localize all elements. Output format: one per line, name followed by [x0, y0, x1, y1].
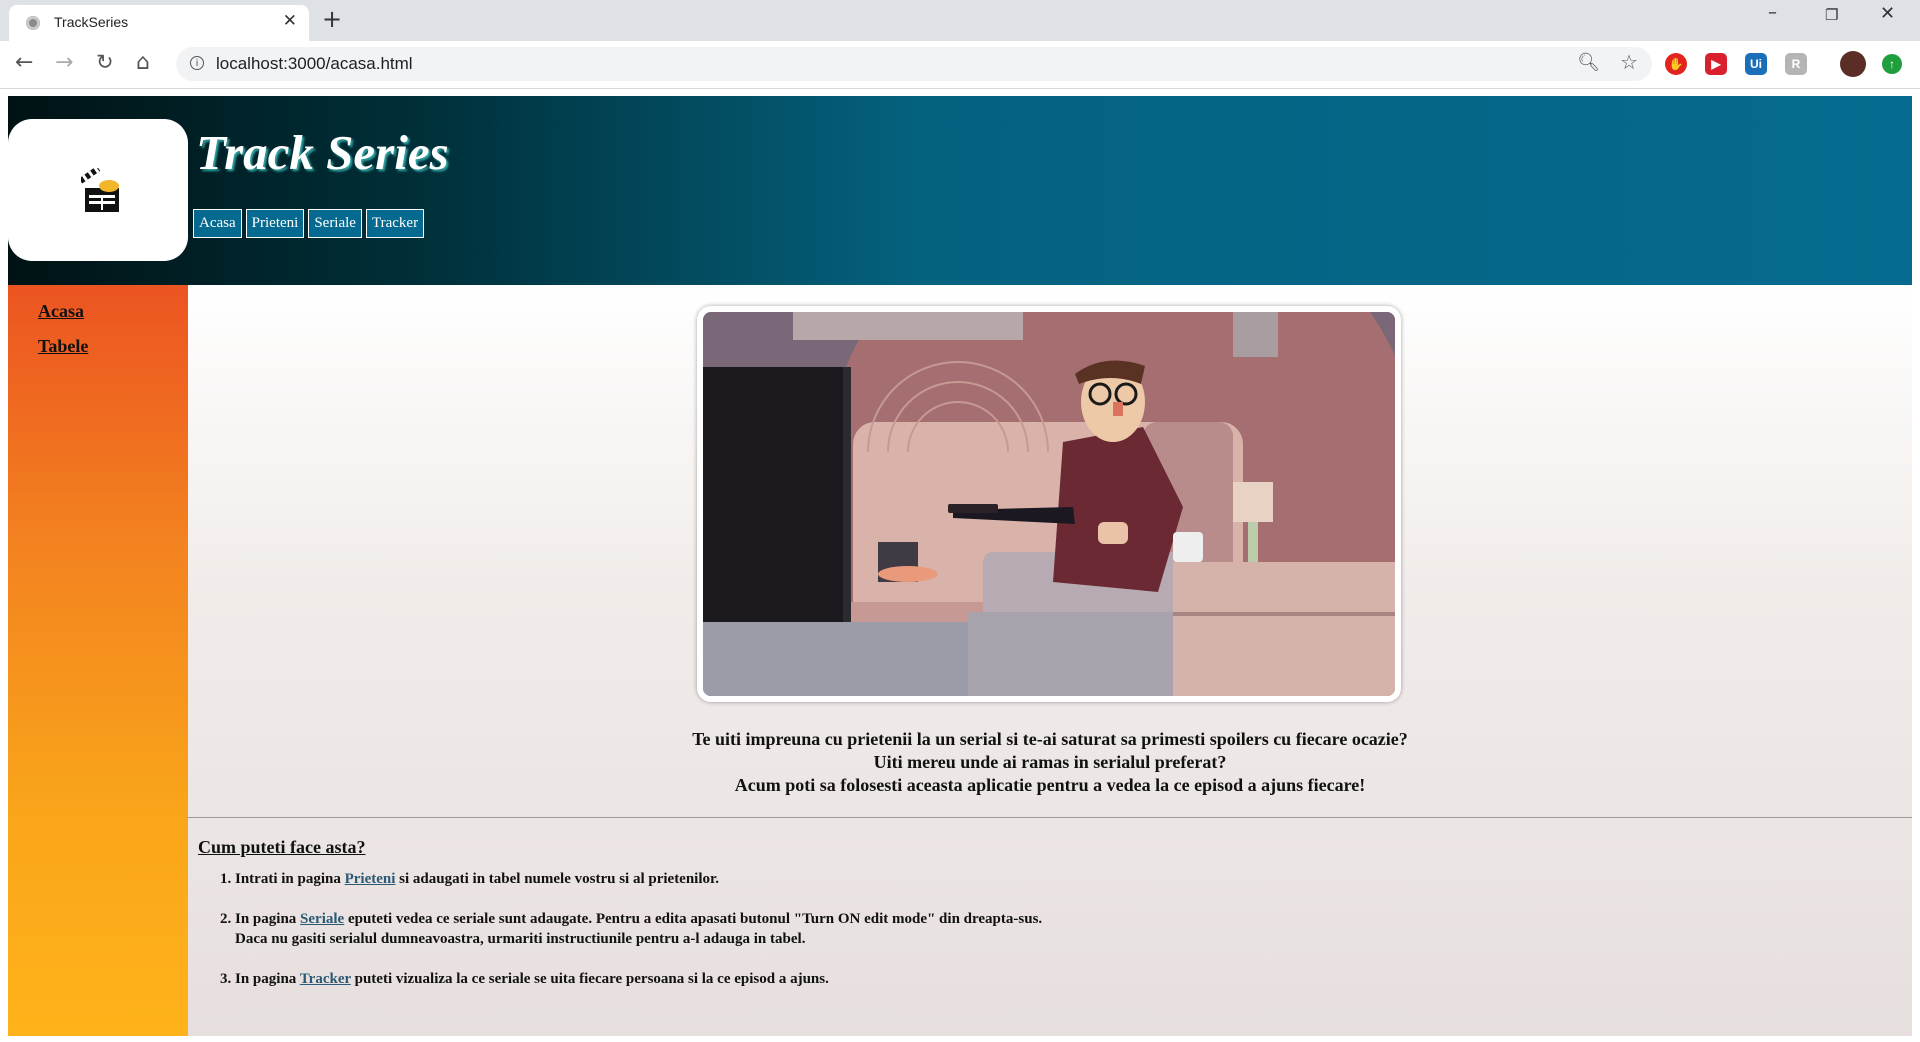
close-window-icon[interactable]: ✕: [1880, 3, 1895, 24]
new-tab-icon[interactable]: +: [322, 5, 342, 33]
step-1: Intrati in pagina Prieteni si adaugati i…: [235, 869, 1042, 889]
how-to-title: Cum puteti face asta?: [198, 837, 366, 857]
link-tracker[interactable]: Tracker: [300, 971, 351, 987]
nav-seriale[interactable]: Seriale: [308, 209, 362, 238]
clapperboard-icon: [81, 168, 119, 212]
page: Track Series Acasa Prieteni Seriale Trac…: [8, 96, 1912, 1036]
nav-prieteni[interactable]: Prieteni: [245, 209, 305, 238]
tv-watching-illustration: [703, 312, 1395, 696]
site-title: Track Series: [196, 125, 449, 180]
step-2-line-2: Daca nu gasiti serialul dumneavoastra, u…: [235, 931, 806, 947]
address-bar[interactable]: i localhost:3000/acasa.html 🔍︎ ☆: [176, 47, 1652, 81]
browser-tab[interactable]: TrackSeries ✕: [9, 5, 309, 41]
reload-icon[interactable]: ↻: [96, 50, 114, 74]
logo-box: [8, 119, 188, 261]
step-3: In pagina Tracker puteti vizualiza la ce…: [235, 969, 1042, 989]
hero-illustration: [697, 306, 1401, 702]
uipath-icon[interactable]: Ui: [1745, 53, 1767, 75]
zoom-icon[interactable]: 🔍︎: [1577, 52, 1600, 73]
sidebar-link-tabele[interactable]: Tabele: [38, 336, 88, 357]
steps-list: Intrati in pagina Prieteni si adaugati i…: [203, 869, 1042, 1009]
close-tab-icon[interactable]: ✕: [283, 11, 297, 31]
back-icon[interactable]: ←: [15, 50, 33, 75]
link-prieteni[interactable]: Prieteni: [345, 871, 396, 887]
forward-icon[interactable]: →: [55, 50, 73, 75]
update-icon[interactable]: ↑: [1882, 54, 1902, 74]
main-content: Te uiti impreuna cu prietenii la un seri…: [188, 285, 1912, 1036]
intro-line-1: Te uiti impreuna cu prietenii la un seri…: [692, 729, 1408, 749]
adblock-icon[interactable]: ✋: [1665, 53, 1687, 75]
restore-icon[interactable]: ❐: [1825, 6, 1838, 24]
section-divider: [188, 817, 1912, 818]
browser-toolbar: ← → ↻ ⌂ i localhost:3000/acasa.html 🔍︎ ☆…: [0, 41, 1920, 89]
site-header: Track Series Acasa Prieteni Seriale Trac…: [8, 96, 1912, 285]
sidebar-link-acasa[interactable]: Acasa: [38, 301, 84, 322]
video-extension-icon[interactable]: ▶: [1705, 53, 1727, 75]
gray-extension-icon[interactable]: R: [1785, 53, 1807, 75]
url-text[interactable]: localhost:3000/acasa.html: [216, 54, 413, 74]
favicon-icon: [26, 16, 40, 30]
profile-avatar[interactable]: [1840, 51, 1866, 77]
info-icon[interactable]: i: [190, 56, 204, 70]
intro-line-3: Acum poti sa folosesti aceasta aplicatie…: [734, 775, 1366, 795]
tab-title: TrackSeries: [54, 14, 129, 30]
intro-text: Te uiti impreuna cu prietenii la un seri…: [188, 728, 1912, 797]
bookmark-star-icon[interactable]: ☆: [1620, 50, 1638, 74]
minimize-icon[interactable]: –: [1768, 2, 1777, 23]
intro-line-2: Uiti mereu unde ai ramas in serialul pre…: [873, 752, 1227, 772]
top-nav: Acasa Prieteni Seriale Tracker: [193, 209, 425, 238]
step-2: In pagina Seriale eputeti vedea ce seria…: [235, 909, 1042, 949]
nav-tracker[interactable]: Tracker: [365, 209, 425, 238]
nav-acasa[interactable]: Acasa: [193, 209, 242, 238]
home-icon[interactable]: ⌂: [136, 50, 150, 75]
browser-tabstrip: TrackSeries ✕ + – ❐ ✕: [0, 0, 1920, 41]
sidebar: Acasa Tabele: [8, 285, 188, 1036]
link-seriale[interactable]: Seriale: [300, 911, 344, 927]
